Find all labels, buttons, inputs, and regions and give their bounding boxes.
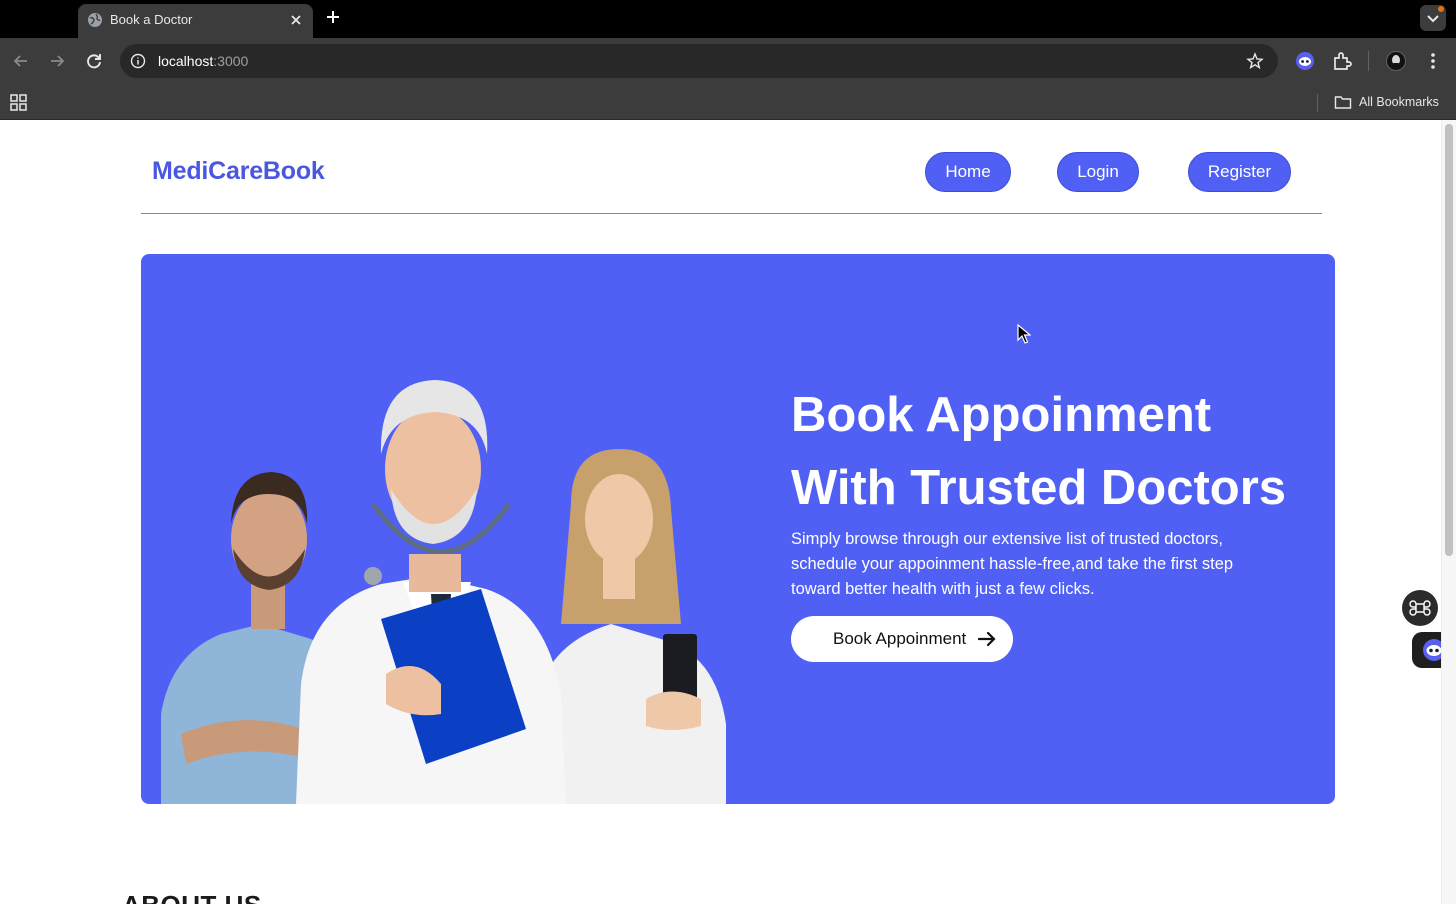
about-us-heading: ABOUT US (122, 890, 262, 904)
scrollbar-thumb[interactable] (1445, 124, 1453, 556)
assistant-extension-icon[interactable] (1294, 50, 1316, 72)
bookmarks-bar: All Bookmarks (0, 84, 1456, 120)
nav-register-button[interactable]: Register (1188, 152, 1291, 192)
book-appointment-button[interactable]: Book Appoinment (791, 616, 1013, 662)
globe-icon (88, 13, 102, 27)
reload-icon[interactable] (83, 50, 105, 72)
url-text: localhost:3000 (158, 53, 249, 69)
tab-title: Book a Doctor (110, 12, 193, 27)
arrow-right-icon (977, 631, 996, 647)
more-icon[interactable] (1422, 50, 1444, 72)
browser-tab-active[interactable]: Book a Doctor (78, 4, 313, 38)
hero-title: Book Appoinment With Trusted Doctors (791, 379, 1321, 525)
address-bar[interactable]: localhost:3000 (120, 44, 1278, 78)
forward-icon[interactable] (46, 50, 68, 72)
back-icon[interactable] (10, 50, 32, 72)
command-icon (1409, 600, 1431, 616)
hero-banner: Book Appoinment With Trusted Doctors Sim… (141, 254, 1335, 804)
notification-dot (1438, 6, 1444, 12)
plus-icon[interactable] (323, 7, 343, 27)
header-divider (141, 213, 1322, 214)
all-bookmarks-link[interactable]: All Bookmarks (1359, 95, 1439, 109)
extension-icon[interactable] (1331, 50, 1353, 72)
browser-toolbar: localhost:3000 (0, 38, 1456, 84)
apps-icon[interactable] (10, 94, 27, 111)
close-icon[interactable] (287, 11, 305, 29)
mouse-cursor-icon (1017, 324, 1031, 344)
nav-home-button[interactable]: Home (925, 152, 1011, 192)
site-logo[interactable]: MediCareBook (152, 157, 325, 186)
doctors-group-image (161, 380, 726, 804)
bookmarks-separator (1317, 94, 1318, 112)
page-scrollbar[interactable] (1441, 120, 1456, 904)
command-shortcut-button[interactable] (1402, 590, 1438, 626)
hero-title-line2: With Trusted Doctors (791, 461, 1287, 515)
folder-icon[interactable] (1334, 94, 1352, 110)
hero-subtitle: Simply browse through our extensive list… (791, 530, 1234, 598)
page-viewport: MediCareBook Home Login Register Book Ap… (0, 120, 1456, 904)
tab-search-button[interactable] (1420, 5, 1446, 31)
browser-tab-strip: Book a Doctor (0, 0, 1456, 38)
nav-login-button[interactable]: Login (1057, 152, 1139, 192)
star-icon[interactable] (1246, 52, 1264, 70)
hero-title-line1: Book Appoinment (791, 388, 1212, 442)
toolbar-separator (1368, 51, 1369, 71)
profile-icon[interactable] (1385, 50, 1407, 72)
info-icon[interactable] (130, 53, 146, 69)
book-appointment-label: Book Appoinment (833, 629, 967, 648)
